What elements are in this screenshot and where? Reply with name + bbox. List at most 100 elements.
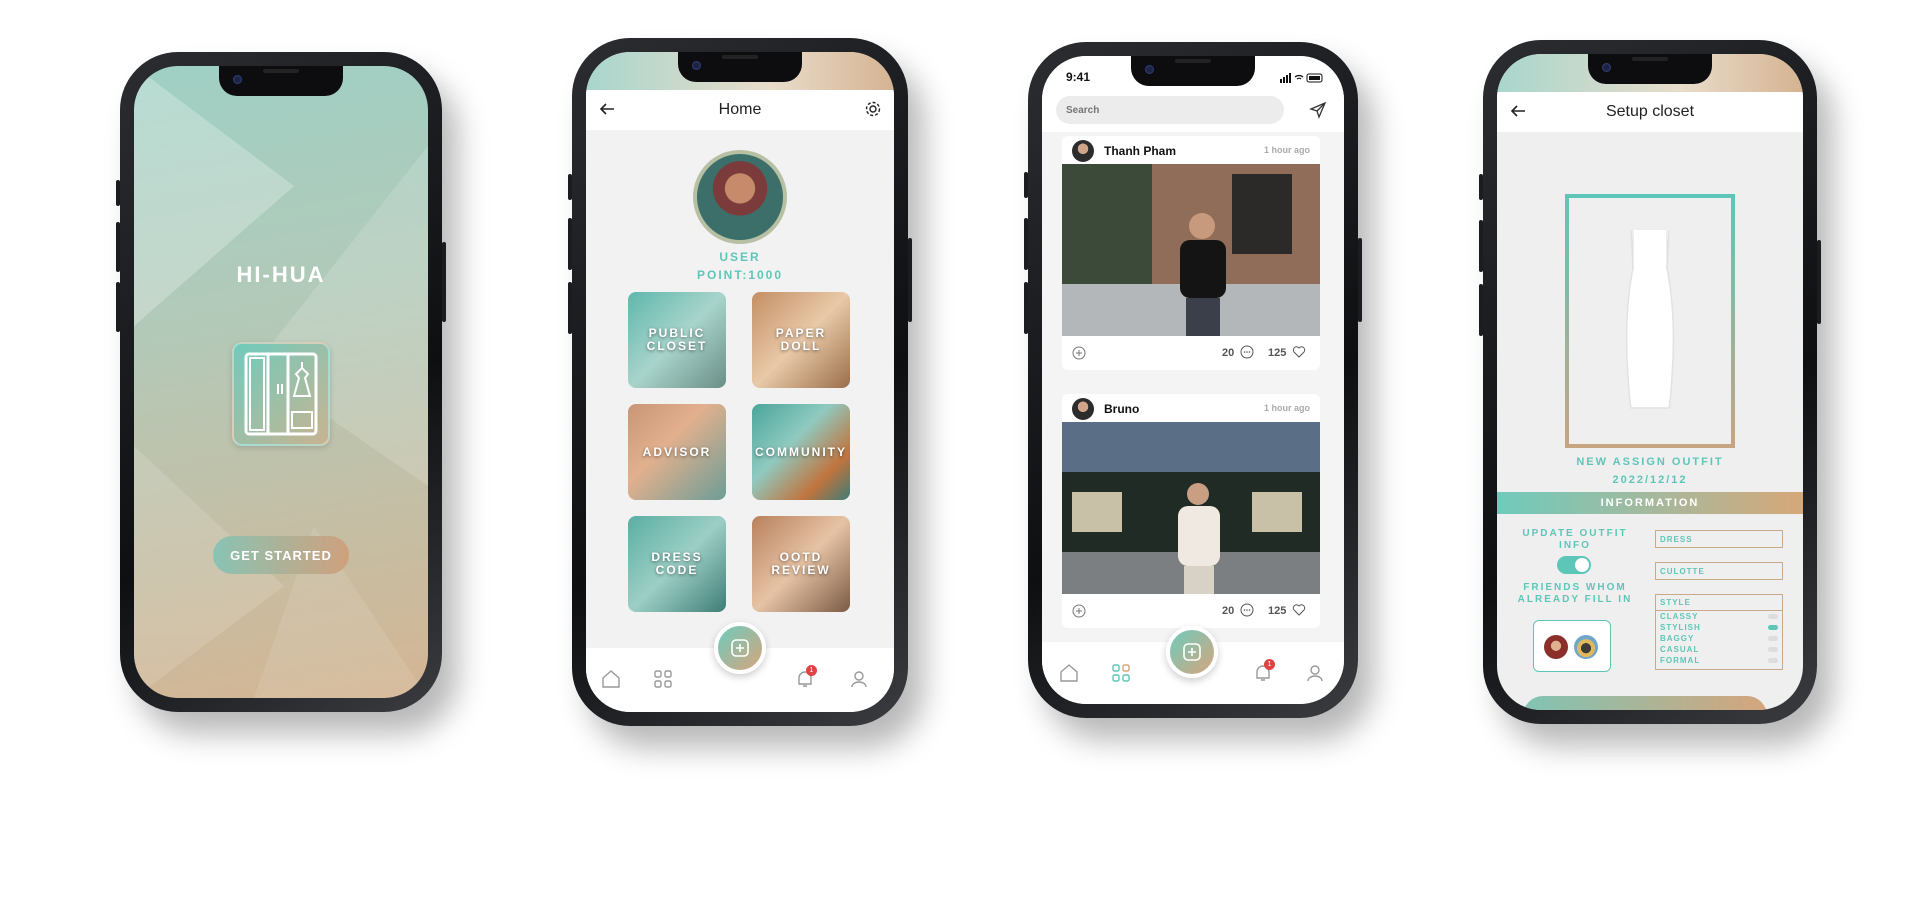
style-option-label: CASUAL bbox=[1660, 645, 1700, 654]
style-toggle[interactable] bbox=[1768, 647, 1778, 652]
profile-icon[interactable] bbox=[848, 668, 872, 692]
comment-count: 20 bbox=[1222, 347, 1235, 359]
style-option[interactable]: BAGGY bbox=[1656, 633, 1782, 644]
gear-icon[interactable] bbox=[864, 100, 882, 123]
style-selector: STYLE CLASSY STYLISH BAGGY CASUAL FORMAL bbox=[1655, 594, 1783, 670]
avatar[interactable] bbox=[1544, 635, 1568, 659]
tile-community[interactable]: COMMUNITY bbox=[752, 404, 850, 500]
add-circle-icon[interactable] bbox=[1072, 604, 1086, 621]
volume-down-button bbox=[116, 282, 120, 332]
mute-switch bbox=[116, 180, 120, 206]
comment-icon[interactable] bbox=[1240, 345, 1254, 362]
notch bbox=[1588, 54, 1712, 84]
splash-screen: HI-HUA GET STARTED bbox=[134, 66, 428, 698]
style-option[interactable]: STYLISH bbox=[1656, 622, 1782, 633]
tile-label-line2: CLOSET bbox=[646, 339, 708, 353]
tile-public-closet[interactable]: PUBLIC CLOSET bbox=[628, 292, 726, 388]
tile-paper-doll[interactable]: PAPER DOLL bbox=[752, 292, 850, 388]
search-input[interactable] bbox=[1056, 96, 1284, 124]
send-icon[interactable] bbox=[1308, 100, 1328, 125]
style-option-label: BAGGY bbox=[1660, 634, 1695, 643]
post-author[interactable]: Thanh Pham bbox=[1104, 144, 1176, 158]
grid-icon[interactable] bbox=[652, 668, 676, 692]
style-toggle[interactable] bbox=[1768, 614, 1778, 619]
style-toggle[interactable] bbox=[1768, 625, 1778, 630]
post-photo[interactable] bbox=[1062, 422, 1320, 594]
friends-avatars[interactable] bbox=[1533, 620, 1611, 672]
page-title: Setup closet bbox=[1605, 103, 1695, 120]
bell-icon[interactable]: 1 bbox=[794, 665, 818, 692]
bell-icon[interactable]: 1 bbox=[1252, 659, 1276, 686]
get-started-button[interactable]: GET STARTED bbox=[213, 536, 349, 574]
friends-label-line1: FRIENDS WHOM bbox=[1523, 582, 1627, 593]
phone-home: Home USER POINT:1000 PUBLIC CLOSET PAPER D… bbox=[568, 38, 912, 726]
wardrobe-logo-icon bbox=[232, 342, 330, 446]
notch bbox=[678, 52, 802, 82]
post-actions: 20 125 bbox=[1062, 336, 1320, 370]
post-photo[interactable] bbox=[1062, 164, 1320, 336]
avatar[interactable] bbox=[1072, 140, 1094, 162]
save-changes-button[interactable]: Save changes bbox=[1523, 696, 1767, 710]
feed-post: Bruno 1 hour ago 20 125 bbox=[1062, 394, 1320, 628]
search-row bbox=[1042, 92, 1344, 132]
add-button[interactable] bbox=[714, 622, 766, 674]
home-icon[interactable] bbox=[1058, 662, 1082, 686]
tile-label-line1: COMMUNITY bbox=[755, 444, 847, 459]
avatar[interactable] bbox=[1072, 398, 1094, 420]
comment-icon[interactable] bbox=[1240, 603, 1254, 620]
volume-up-button bbox=[568, 218, 572, 270]
home-icon[interactable] bbox=[600, 668, 624, 692]
heart-icon[interactable] bbox=[1292, 345, 1306, 362]
update-outfit-toggle[interactable] bbox=[1557, 556, 1591, 574]
grid-icon[interactable] bbox=[1110, 662, 1134, 686]
add-button[interactable] bbox=[1166, 626, 1218, 678]
add-circle-icon[interactable] bbox=[1072, 346, 1086, 363]
tile-label-line2: REVIEW bbox=[771, 563, 831, 577]
volume-up-button bbox=[116, 222, 120, 272]
power-button bbox=[908, 238, 912, 322]
avatar[interactable] bbox=[1574, 635, 1598, 659]
home-screen: Home USER POINT:1000 PUBLIC CLOSET PAPER D… bbox=[586, 52, 894, 712]
friends-label: FRIENDS WHOM ALREADY FILL IN bbox=[1505, 582, 1645, 605]
style-option[interactable]: CLASSY bbox=[1656, 611, 1782, 622]
mute-switch bbox=[1479, 174, 1483, 200]
notch bbox=[1131, 56, 1255, 86]
update-label-line2: INFO bbox=[1559, 539, 1591, 551]
profile-icon[interactable] bbox=[1304, 662, 1328, 686]
feed-screen: 9:41 Thanh Pham 1 hour ago bbox=[1042, 56, 1344, 704]
tile-advisor[interactable]: ADVISOR bbox=[628, 404, 726, 500]
style-toggle[interactable] bbox=[1768, 636, 1778, 641]
showcase-stage: HI-HUA GET STARTED Home USER POINT:1000 … bbox=[0, 0, 1915, 922]
style-option-label: STYLISH bbox=[1660, 623, 1701, 632]
heart-icon[interactable] bbox=[1292, 603, 1306, 620]
volume-up-button bbox=[1479, 220, 1483, 272]
tile-ootd-review[interactable]: OOTD REVIEW bbox=[752, 516, 850, 612]
friends-label-line2: ALREADY FILL IN bbox=[1517, 593, 1633, 605]
clothing-fit-field[interactable]: CULOTTE bbox=[1655, 562, 1783, 580]
user-name-label: USER bbox=[719, 250, 761, 264]
notification-badge: 1 bbox=[806, 665, 817, 676]
user-avatar[interactable] bbox=[693, 150, 787, 244]
user-points-label: POINT:1000 bbox=[696, 268, 784, 282]
power-button bbox=[442, 242, 446, 322]
update-outfit-label: UPDATE OUTFIT INFO bbox=[1505, 528, 1645, 551]
tile-dress-code[interactable]: DRESS CODE bbox=[628, 516, 726, 612]
style-option[interactable]: FORMAL bbox=[1656, 655, 1782, 666]
tile-label-line1: ADVISOR bbox=[642, 444, 712, 459]
app-bar: Setup closet bbox=[1497, 92, 1803, 132]
update-label-line1: UPDATE OUTFIT bbox=[1522, 528, 1628, 539]
like-count: 125 bbox=[1268, 347, 1287, 359]
post-author[interactable]: Bruno bbox=[1104, 402, 1139, 416]
style-option[interactable]: CASUAL bbox=[1656, 644, 1782, 655]
outfit-image-frame[interactable] bbox=[1565, 194, 1735, 448]
clothing-type-field[interactable]: DRESS bbox=[1655, 530, 1783, 548]
style-toggle[interactable] bbox=[1768, 658, 1778, 663]
volume-down-button bbox=[1479, 284, 1483, 336]
phone-splash: HI-HUA GET STARTED bbox=[116, 52, 446, 712]
style-option-label: FORMAL bbox=[1660, 656, 1701, 665]
back-arrow-icon[interactable] bbox=[1509, 102, 1527, 125]
status-time: 9:41 bbox=[1066, 70, 1091, 84]
section-header-information: INFORMATION bbox=[1497, 492, 1803, 514]
phone-feed: 9:41 Thanh Pham 1 hour ago bbox=[1024, 42, 1362, 718]
back-arrow-icon[interactable] bbox=[598, 100, 616, 123]
